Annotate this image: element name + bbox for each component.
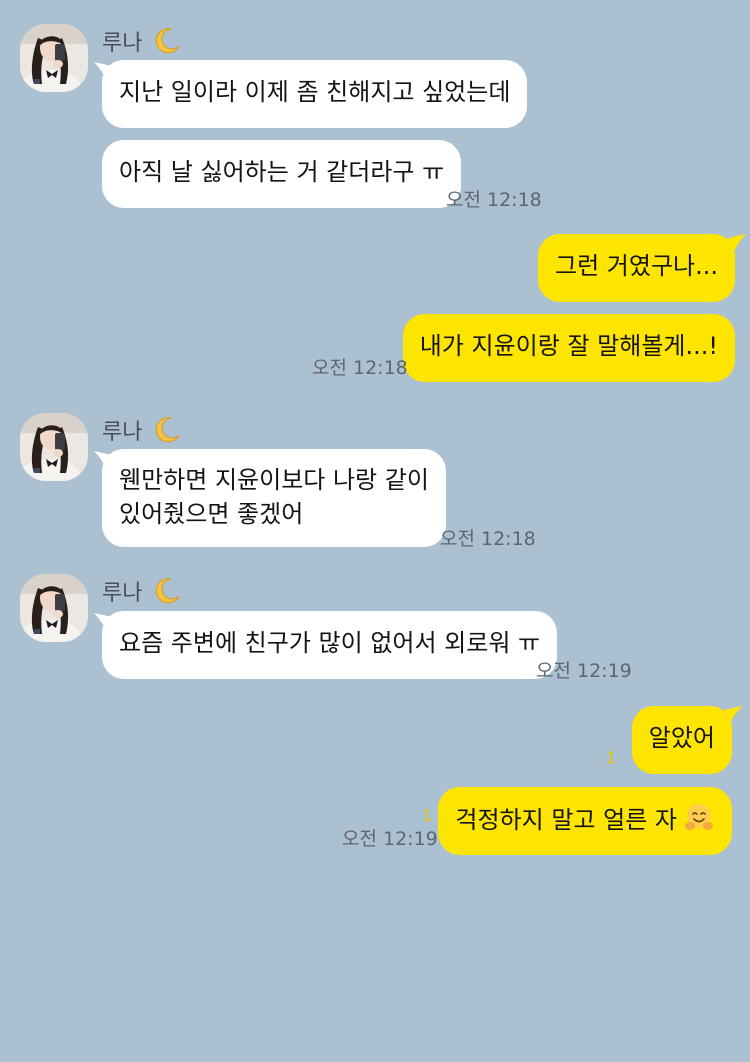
message-text: 그런 거였구나... bbox=[555, 252, 718, 280]
chat-area[interactable]: 루나 지난 일이라 이제 좀 친해지고 싶었는데 아직 날 싫어하는 거 같더라… bbox=[0, 0, 750, 1062]
message-text-line: 웬만하면 지윤이보다 나랑 같이 bbox=[119, 466, 429, 494]
crescent-moon-icon bbox=[152, 26, 182, 56]
timestamp: 오전 12:19 bbox=[536, 660, 632, 682]
sender-name-text: 루나 bbox=[102, 31, 143, 56]
sender-name-text: 루나 bbox=[102, 581, 143, 606]
message-text-line: 있어줬으면 좋겠어 bbox=[119, 500, 304, 528]
message-text: 알았어 bbox=[648, 724, 715, 752]
bubble-tail bbox=[724, 706, 742, 724]
profile-photo-icon bbox=[20, 24, 88, 92]
message-text: 아직 날 싫어하는 거 같더라구 ㅠ bbox=[119, 158, 445, 186]
unread-count: 1 bbox=[422, 806, 433, 825]
message-text: 내가 지윤이랑 잘 말해볼게...! bbox=[419, 332, 718, 360]
message-bubble[interactable]: 내가 지윤이랑 잘 말해볼게...! bbox=[402, 314, 735, 382]
message-bubble[interactable]: 걱정하지 말고 얼른 자 bbox=[438, 787, 732, 855]
bubble-tail bbox=[728, 234, 746, 252]
message-text: 걱정하지 말고 얼른 자 bbox=[455, 806, 677, 834]
sender-name: 루나 bbox=[102, 576, 182, 608]
timestamp: 오전 12:18 bbox=[446, 189, 542, 211]
message-bubble[interactable]: 요즘 주변에 친구가 많이 없어서 외로워 ㅠ bbox=[102, 611, 558, 679]
message-bubble[interactable]: 웬만하면 지윤이보다 나랑 같이 있어줬으면 좋겠어 bbox=[102, 449, 446, 547]
crescent-moon-icon bbox=[152, 415, 182, 445]
bubble-tail bbox=[94, 62, 112, 80]
avatar[interactable] bbox=[20, 24, 88, 92]
message-bubble[interactable]: 아직 날 싫어하는 거 같더라구 ㅠ bbox=[102, 140, 462, 208]
message-bubble[interactable]: 알았어 bbox=[631, 706, 732, 774]
timestamp: 오전 12:19 bbox=[342, 828, 438, 850]
message-text: 지난 일이라 이제 좀 친해지고 싶었는데 bbox=[119, 78, 511, 106]
profile-photo-icon bbox=[20, 413, 88, 481]
sender-name-text: 루나 bbox=[102, 420, 143, 445]
sender-name: 루나 bbox=[102, 415, 182, 447]
message-text: 요즘 주변에 친구가 많이 없어서 외로워 ㅠ bbox=[119, 629, 541, 657]
crescent-moon-icon bbox=[152, 576, 182, 606]
message-bubble[interactable]: 지난 일이라 이제 좀 친해지고 싶었는데 bbox=[102, 60, 528, 128]
avatar[interactable] bbox=[20, 413, 88, 481]
profile-photo-icon bbox=[20, 574, 88, 642]
hugging-face-icon bbox=[683, 802, 715, 834]
message-bubble[interactable]: 그런 거였구나... bbox=[538, 234, 735, 302]
unread-count: 1 bbox=[606, 748, 617, 767]
bubble-tail bbox=[94, 451, 112, 469]
bubble-tail bbox=[94, 613, 112, 631]
timestamp: 오전 12:18 bbox=[312, 357, 408, 379]
timestamp: 오전 12:18 bbox=[440, 528, 536, 550]
avatar[interactable] bbox=[20, 574, 88, 642]
sender-name: 루나 bbox=[102, 26, 182, 58]
